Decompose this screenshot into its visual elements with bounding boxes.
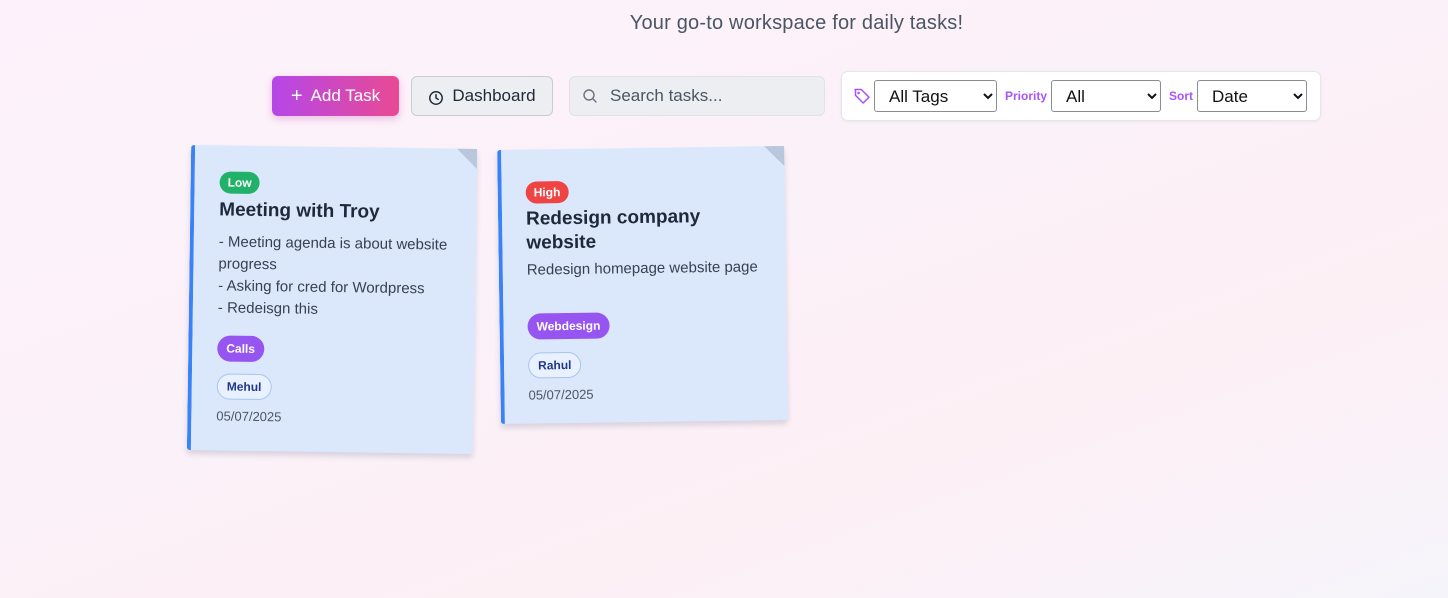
sort-select[interactable]: Date xyxy=(1197,80,1308,112)
priority-filter-select[interactable]: All xyxy=(1051,80,1162,112)
tag-chip[interactable]: Calls xyxy=(217,335,265,363)
add-task-button[interactable]: + Add Task xyxy=(272,76,399,116)
task-date: 05/07/2025 xyxy=(528,386,594,403)
search-input[interactable] xyxy=(610,86,810,106)
task-title: Meeting with Troy xyxy=(219,199,380,223)
dashboard-button[interactable]: Dashboard xyxy=(411,76,553,116)
folded-corner xyxy=(764,146,785,167)
task-card[interactable]: Low Meeting with Troy - Meeting agenda i… xyxy=(186,145,478,454)
description-line: - Meeting agenda is about website progre… xyxy=(218,233,448,274)
priority-filter-label: Priority xyxy=(1005,89,1048,103)
assignee-chip: Rahul xyxy=(527,351,582,379)
priority-badge: High xyxy=(525,181,569,204)
search-box xyxy=(569,76,825,116)
plus-icon: + xyxy=(290,85,303,107)
search-icon xyxy=(582,88,598,104)
dashboard-label: Dashboard xyxy=(452,86,536,105)
priority-badge: Low xyxy=(219,171,260,194)
assignee-chip: Mehul xyxy=(216,373,272,401)
task-description: - Meeting agenda is about website progre… xyxy=(218,231,464,322)
folded-corner xyxy=(456,148,478,170)
filter-panel: All Tags Priority All Sort Date xyxy=(841,71,1321,121)
tag-icon xyxy=(853,87,871,105)
add-task-label: Add Task xyxy=(310,86,381,105)
description-line: Redesign homepage website page xyxy=(526,258,758,279)
task-description: Redesign homepage website page xyxy=(527,256,777,281)
task-title: Redesign company website xyxy=(525,206,701,254)
page-subtitle: Your go-to workspace for daily tasks! xyxy=(629,12,964,34)
tags-filter-select[interactable]: All Tags xyxy=(874,80,997,112)
tag-chip[interactable]: Webdesign xyxy=(527,312,610,340)
description-line: - Redeisgn this xyxy=(217,299,319,318)
task-date: 05/07/2025 xyxy=(216,408,282,425)
task-card[interactable]: High Redesign company website Redesign h… xyxy=(497,146,788,424)
clock-icon xyxy=(428,87,444,106)
toolbar: + Add Task Dashboard All Tags xyxy=(272,71,1321,121)
sort-label: Sort xyxy=(1169,89,1194,103)
